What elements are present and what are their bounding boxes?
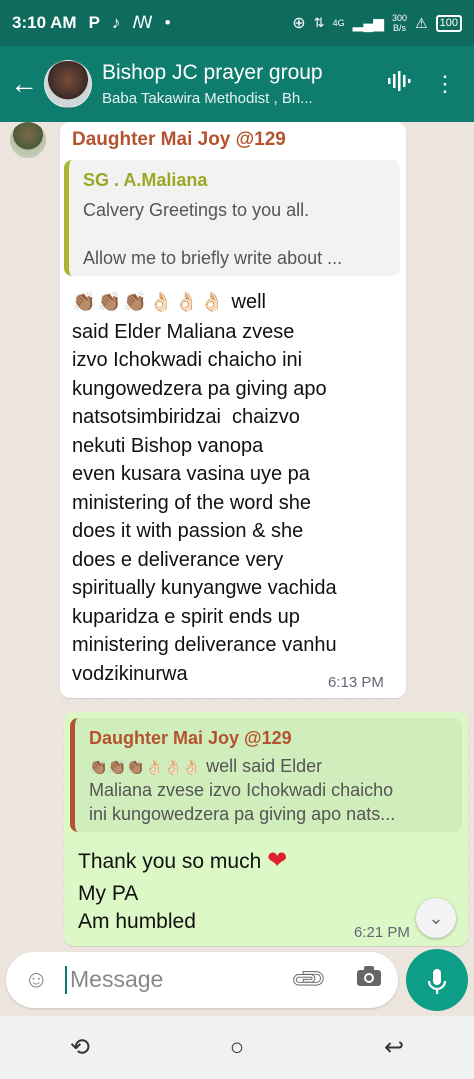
reply-line-1: Thank you so much ❤ xyxy=(78,846,287,875)
emoji-sequence: 👏🏽👏🏽👏🏽👌🏻👌🏻👌🏻 xyxy=(72,292,226,313)
message-first-line: 👏🏽👏🏽👏🏽👌🏻👌🏻👌🏻 well xyxy=(72,288,398,318)
message-input-bar[interactable]: ☺ Message 📎︎ xyxy=(6,952,398,1008)
message-line: kungowedzera pa giving apo xyxy=(72,377,327,400)
message-line: ministering of the word she xyxy=(72,491,312,514)
message-input[interactable]: Message xyxy=(70,966,163,993)
audio-wave-icon xyxy=(388,71,411,91)
group-avatar[interactable] xyxy=(44,60,92,108)
message-text: 👏🏽👏🏽👏🏽👌🏻👌🏻👌🏻 well said Elder Maliana zve… xyxy=(72,288,398,688)
audio-call-icon[interactable] xyxy=(376,70,422,98)
signal-icon: ▂▄▆ xyxy=(352,14,385,31)
scroll-to-bottom-button[interactable]: ⌄ xyxy=(416,898,456,938)
reply-quote-emojis: 👏🏽👏🏽👏🏽👌🏻👌🏻👌🏻 xyxy=(89,759,202,776)
alarm-icon: ⚠ xyxy=(415,14,428,31)
message-line: kuparidza e spirit ends up xyxy=(72,605,300,628)
speed-value: 300 xyxy=(392,13,408,23)
dot-icon: • xyxy=(164,13,171,32)
reply-quote[interactable]: Daughter Mai Joy @129 👏🏽👏🏽👏🏽👌🏻👌🏻👌🏻 well … xyxy=(70,718,462,832)
speed-unit: B/s xyxy=(393,23,407,33)
mic-button[interactable] xyxy=(406,949,468,1011)
reply-quote-text-1: well said Elder xyxy=(206,756,323,776)
incoming-message-bubble[interactable]: Daughter Mai Joy @129 SG . A.Maliana Cal… xyxy=(60,122,406,698)
music-note-icon: ♪ xyxy=(111,13,121,32)
heart-emoji: ❤ xyxy=(267,847,288,874)
group-title[interactable]: Bishop JC prayer group xyxy=(102,61,376,85)
shazam-icon: ꟿ xyxy=(132,13,153,32)
more-options-icon[interactable]: ⋮ xyxy=(422,71,468,97)
chat-header: ← Bishop JC prayer group Baba Takawira M… xyxy=(0,46,474,122)
recents-icon[interactable]: ⟲ xyxy=(70,1033,90,1062)
reply-quote-line-1: 👏🏽👏🏽👏🏽👌🏻👌🏻👌🏻 well said Elder xyxy=(89,756,322,777)
chevron-double-down-icon: ⌄ xyxy=(428,908,444,928)
quoted-line-1: Calvery Greetings to you all. xyxy=(83,200,310,220)
outgoing-message-bubble[interactable]: Daughter Mai Joy @129 👏🏽👏🏽👏🏽👌🏻👌🏻👌🏻 well … xyxy=(64,712,468,946)
emoji-icon[interactable]: ☺ xyxy=(24,966,49,994)
text-cursor xyxy=(65,966,67,994)
quoted-message[interactable]: SG . A.Maliana Calvery Greetings to you … xyxy=(64,160,400,276)
reply-quote-line-3: ini kungowedzera pa giving apo nats... xyxy=(89,804,396,824)
message-line: nekuti Bishop vanopa xyxy=(72,434,264,457)
incoming-timestamp: 6:13 PM xyxy=(328,674,384,691)
group-subtitle[interactable]: Baba Takawira Methodist , Bh... xyxy=(102,90,376,107)
reply-line-2: My PA xyxy=(78,882,139,905)
message-line: spiritually kunyangwe vachida xyxy=(72,577,337,599)
sender-avatar[interactable] xyxy=(10,122,46,158)
message-line: said Elder Maliana zvese xyxy=(72,320,295,343)
camera-shape xyxy=(357,966,381,986)
message-line: does e deliverance very xyxy=(72,548,284,571)
status-time: 3:10 AM xyxy=(12,13,77,32)
quoted-sender-name: SG . A.Maliana xyxy=(83,170,208,190)
network-label: 4G xyxy=(332,18,345,28)
system-nav-bar: ⟲ ○ ↩ xyxy=(0,1016,474,1079)
reply-line-3: Am humbled xyxy=(78,910,196,933)
home-icon[interactable]: ○ xyxy=(230,1034,245,1062)
sender-name[interactable]: Daughter Mai Joy @129 xyxy=(72,129,286,151)
message-line: does it with passion & she xyxy=(72,520,304,542)
battery-icon: 100 xyxy=(435,14,462,32)
message-word-well: well xyxy=(231,291,266,313)
paperclip-icon[interactable]: 📎︎ xyxy=(288,958,330,1000)
chat-area[interactable]: Daughter Mai Joy @129 SG . A.Maliana Cal… xyxy=(0,122,474,952)
message-line: ministering deliverance vanhu xyxy=(72,634,337,656)
message-line: izvo Ichokwadi chaicho ini xyxy=(72,349,303,371)
back-nav-icon[interactable]: ↩ xyxy=(384,1033,404,1062)
header-titles[interactable]: Bishop JC prayer group Baba Takawira Met… xyxy=(102,61,376,107)
data-arrows-icon: ⇅ xyxy=(313,15,325,30)
quoted-line-2: Allow me to briefly write about ... xyxy=(83,248,343,268)
message-line: even kusara vasina uye pa xyxy=(72,463,310,485)
reply-quote-sender: Daughter Mai Joy @129 xyxy=(89,728,292,748)
back-arrow-icon[interactable]: ← xyxy=(8,68,40,100)
speed-readout: 300 B/s xyxy=(392,13,407,33)
p-icon: P xyxy=(88,13,100,32)
plus-circle-icon: ⊕ xyxy=(292,15,306,32)
outgoing-timestamp: 6:21 PM xyxy=(354,924,410,941)
status-bar: 3:10 AM P ♪ ꟿ • ⊕ ⇅ 4G ▂▄▆ 300 B/s ⚠ 100 xyxy=(0,0,474,46)
camera-icon[interactable] xyxy=(356,965,382,994)
status-right: ⊕ ⇅ 4G ▂▄▆ 300 B/s ⚠ 100 xyxy=(292,13,462,33)
reply-quote-line-2: Maliana zvese izvo Ichokwadi chaicho xyxy=(89,780,394,800)
message-line: natsotsimbiridzai chaizvo xyxy=(72,406,300,428)
mic-icon xyxy=(427,969,447,995)
reply-text-1: Thank you so much xyxy=(78,850,262,873)
